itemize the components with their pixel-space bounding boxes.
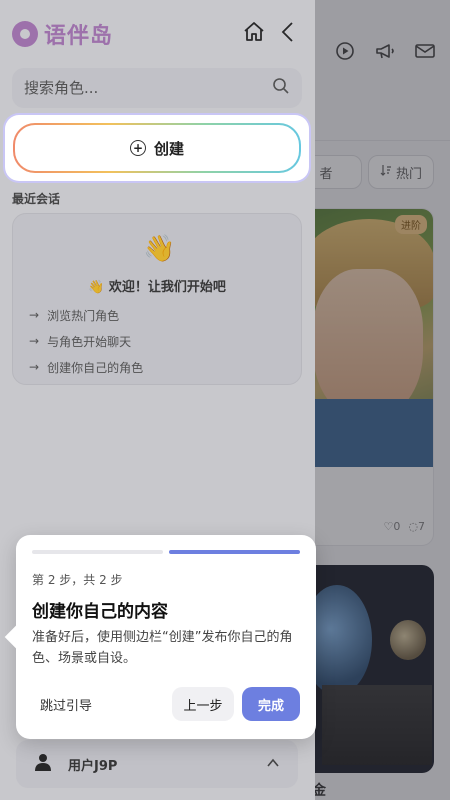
step-label: 第 2 步，共 2 步 xyxy=(32,573,123,587)
previous-step-button[interactable]: 上一步 xyxy=(172,687,234,721)
progress-segment xyxy=(32,550,163,554)
tour-progress xyxy=(32,550,300,554)
finish-button[interactable]: 完成 xyxy=(242,687,300,721)
tour-title: 创建你自己的内容 xyxy=(32,602,168,622)
progress-segment xyxy=(169,550,300,554)
tour-description: 准备好后，使用侧边栏“创建”发布你自己的角色、场景或自设。 xyxy=(32,630,293,666)
skip-tour-button[interactable]: 跳过引导 xyxy=(32,689,100,719)
tour-popover: 第 2 步，共 2 步 创建你自己的内容 准备好后，使用侧边栏“创建”发布你自己… xyxy=(4,535,316,739)
plus-circle-icon: + xyxy=(129,140,146,156)
tour-highlight: + 创建 xyxy=(5,115,309,181)
create-button[interactable]: + 创建 xyxy=(13,123,301,173)
create-label: 创建 xyxy=(153,139,184,158)
